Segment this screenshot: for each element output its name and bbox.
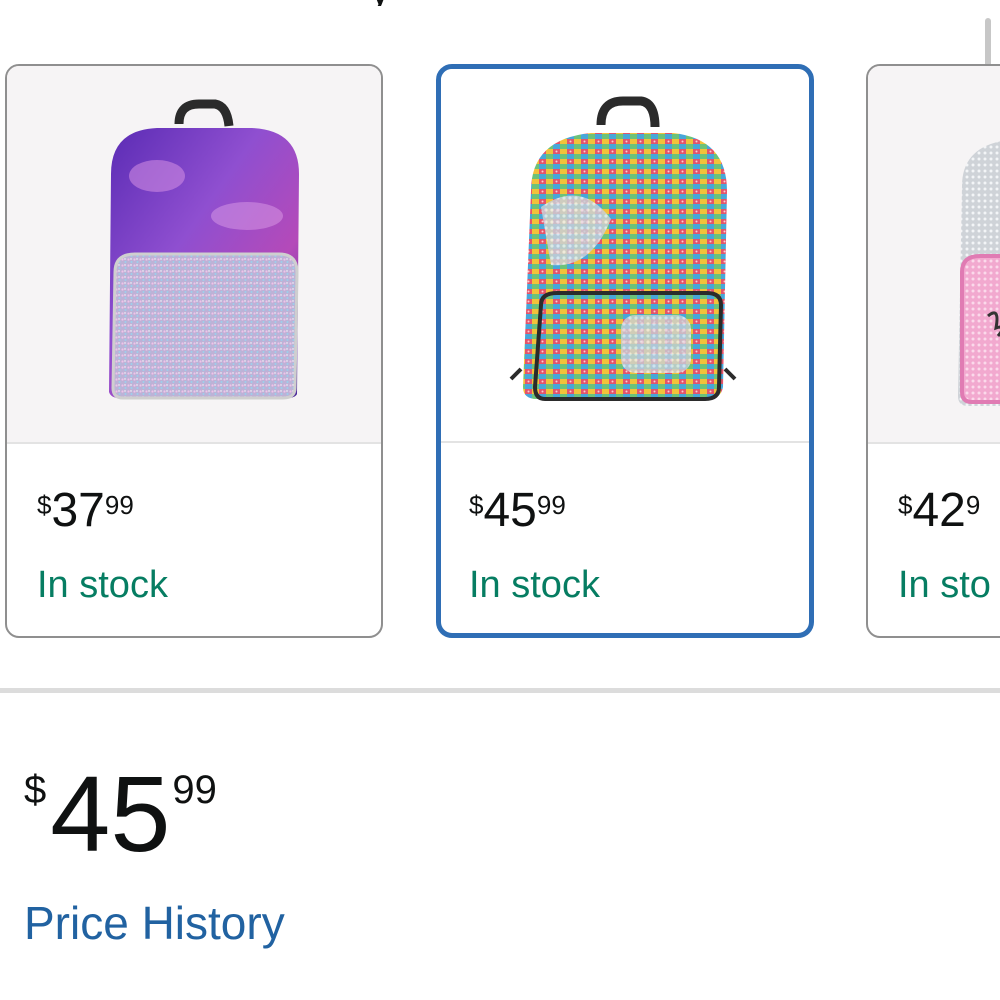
backpack-rainbow-sequin-icon [509, 96, 737, 401]
stock-status: In stock [37, 564, 168, 606]
stock-status: In sto [898, 564, 991, 606]
variant-card[interactable]: $429 In sto [866, 64, 1000, 638]
stock-status: In stock [469, 564, 600, 606]
product-image [441, 69, 809, 443]
product-image [868, 66, 1000, 444]
price-cents: 9 [965, 490, 981, 520]
selected-price: $4599 [24, 760, 217, 868]
variant-price: $3799 [37, 486, 134, 536]
price-cents: 99 [536, 490, 566, 520]
variant-card[interactable]: $3799 In stock [5, 64, 383, 638]
price-whole: 45 [483, 484, 537, 537]
price-whole: 37 [51, 484, 105, 537]
price-cents: 99 [104, 490, 134, 520]
variant-carousel[interactable]: $3799 In stock $4599 In stock $429 In st… [0, 62, 1000, 644]
variant-price: $429 [898, 486, 980, 536]
price-cents: 99 [172, 768, 217, 812]
product-image [7, 66, 381, 444]
price-history-link[interactable]: Price History [24, 896, 285, 950]
backpack-silver-pink-icon [958, 141, 1000, 406]
currency-symbol: $ [37, 490, 52, 520]
variant-card-selected[interactable]: $4599 In stock [436, 64, 814, 638]
currency-symbol: $ [898, 490, 913, 520]
currency-symbol: $ [24, 768, 47, 812]
price-whole: 42 [912, 484, 966, 537]
currency-symbol: $ [469, 490, 484, 520]
product-page: y [0, 0, 1000, 1000]
backpack-purple-galaxy-icon [109, 99, 299, 400]
price-whole: 45 [50, 753, 171, 874]
section-divider [0, 688, 1000, 693]
variant-price: $4599 [469, 486, 566, 536]
section-title-fragment: y [370, 0, 410, 6]
